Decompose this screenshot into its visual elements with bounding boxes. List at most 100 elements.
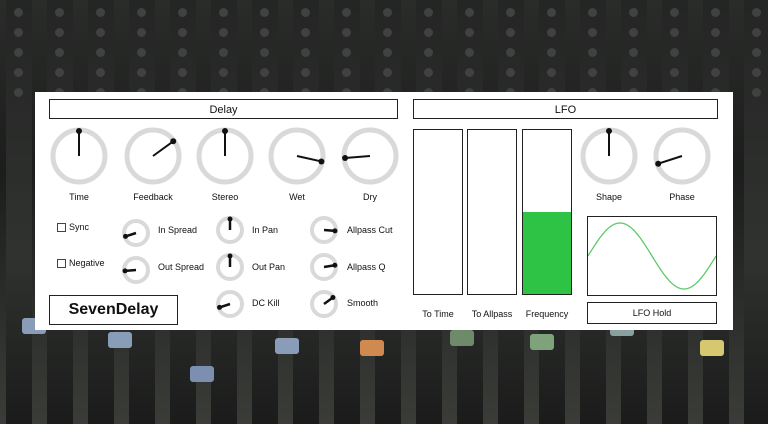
mixer-knob — [711, 28, 720, 37]
mixer-knob — [547, 68, 556, 77]
mixer-knob — [137, 8, 146, 17]
mixer-knob — [629, 28, 638, 37]
out-spread-label: Out Spread — [158, 262, 205, 272]
negative-checkbox[interactable] — [57, 259, 66, 268]
mixer-fader — [700, 340, 724, 356]
mixer-knob — [55, 8, 64, 17]
shape-knob[interactable] — [579, 126, 639, 186]
phase-label: Phase — [669, 192, 695, 202]
mixer-fader — [190, 366, 214, 382]
mixer-fader — [275, 338, 299, 354]
plugin-panel: Delay LFO Time Feedback Stereo Wet Dry S… — [35, 92, 733, 330]
wet-knob[interactable] — [267, 126, 327, 186]
mixer-knob — [506, 28, 515, 37]
mixer-knob — [342, 8, 351, 17]
to-time-slider[interactable] — [413, 129, 463, 295]
frequency-label: Frequency — [525, 309, 569, 319]
mixer-channel-strip — [744, 0, 768, 424]
mixer-knob — [137, 48, 146, 57]
delay-header: Delay — [49, 99, 398, 119]
mixer-knob — [342, 28, 351, 37]
mixer-knob — [96, 48, 105, 57]
to-allpass-label: To Allpass — [471, 309, 513, 319]
in-pan-knob[interactable] — [214, 214, 246, 246]
mixer-knob — [465, 28, 474, 37]
to-time-label: To Time — [422, 309, 454, 319]
mixer-knob — [14, 8, 23, 17]
mixer-knob — [260, 68, 269, 77]
mixer-knob — [137, 28, 146, 37]
mixer-knob — [547, 28, 556, 37]
mixer-knob — [506, 8, 515, 17]
brand-logo: SevenDelay — [49, 295, 178, 325]
mixer-knob — [178, 68, 187, 77]
mixer-knob — [301, 28, 310, 37]
mixer-knob — [96, 28, 105, 37]
phase-knob[interactable] — [652, 126, 712, 186]
mixer-knob — [506, 68, 515, 77]
lfo-waveform — [587, 222, 717, 290]
mixer-knob — [14, 28, 23, 37]
mixer-knob — [260, 8, 269, 17]
allpass-cut-knob[interactable] — [308, 214, 340, 246]
out-spread-knob[interactable] — [120, 254, 152, 286]
mixer-knob — [301, 8, 310, 17]
lfo-hold-button[interactable]: LFO Hold — [587, 302, 717, 324]
out-pan-knob[interactable] — [214, 251, 246, 283]
mixer-knob — [465, 8, 474, 17]
mixer-knob — [14, 68, 23, 77]
mixer-knob — [547, 8, 556, 17]
mixer-knob — [383, 68, 392, 77]
stereo-label: Stereo — [211, 192, 239, 202]
to-allpass-slider[interactable] — [467, 129, 517, 295]
mixer-knob — [55, 28, 64, 37]
mixer-knob — [547, 48, 556, 57]
smooth-knob[interactable] — [308, 288, 340, 320]
mixer-fader — [450, 330, 474, 346]
mixer-knob — [14, 48, 23, 57]
dry-knob[interactable] — [340, 126, 400, 186]
mixer-knob — [14, 88, 23, 97]
sync-checkbox[interactable] — [57, 223, 66, 232]
in-pan-label: In Pan — [252, 225, 279, 235]
mixer-knob — [752, 28, 761, 37]
mixer-knob — [260, 28, 269, 37]
mixer-knob — [752, 48, 761, 57]
dc-kill-label: DC Kill — [252, 298, 280, 308]
lfo-header: LFO — [413, 99, 718, 119]
time-knob[interactable] — [49, 126, 109, 186]
mixer-channel-strip — [6, 0, 32, 424]
mixer-knob — [670, 8, 679, 17]
frequency-slider[interactable] — [522, 129, 572, 295]
stereo-knob[interactable] — [195, 126, 255, 186]
mixer-knob — [301, 68, 310, 77]
mixer-knob — [219, 28, 228, 37]
mixer-knob — [465, 48, 474, 57]
mixer-fader — [530, 334, 554, 350]
shape-label: Shape — [595, 192, 623, 202]
mixer-fader — [360, 340, 384, 356]
mixer-knob — [424, 28, 433, 37]
mixer-knob — [178, 28, 187, 37]
mixer-knob — [670, 68, 679, 77]
mixer-knob — [711, 48, 720, 57]
mixer-knob — [588, 28, 597, 37]
mixer-knob — [588, 68, 597, 77]
in-spread-knob[interactable] — [120, 217, 152, 249]
lfo-waveform-display — [587, 216, 717, 296]
mixer-knob — [629, 68, 638, 77]
negative-label: Negative — [69, 258, 105, 268]
mixer-knob — [342, 68, 351, 77]
smooth-label: Smooth — [347, 298, 379, 308]
dc-kill-knob[interactable] — [214, 288, 246, 320]
mixer-knob — [383, 48, 392, 57]
sync-label: Sync — [69, 222, 90, 232]
mixer-knob — [260, 48, 269, 57]
mixer-knob — [670, 48, 679, 57]
allpass-cut-label: Allpass Cut — [347, 225, 393, 235]
mixer-knob — [55, 48, 64, 57]
mixer-knob — [55, 68, 64, 77]
allpass-q-knob[interactable] — [308, 251, 340, 283]
mixer-knob — [711, 8, 720, 17]
feedback-knob[interactable] — [123, 126, 183, 186]
